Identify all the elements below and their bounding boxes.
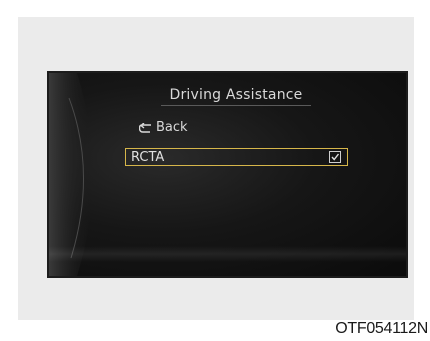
back-menu-item[interactable]: Back (139, 120, 188, 135)
back-label: Back (156, 120, 188, 135)
figure-code: OTF054112N (335, 320, 428, 337)
rcta-label: RCTA (131, 149, 165, 165)
return-arrow-icon (139, 122, 151, 133)
check-mark-icon (331, 153, 340, 161)
cluster-display: Driving Assistance Back RCTA (47, 71, 408, 278)
menu-title: Driving Assistance (161, 87, 311, 106)
rcta-option[interactable]: RCTA (125, 148, 348, 166)
bottom-reflection (49, 246, 406, 262)
rcta-checkbox[interactable] (329, 151, 341, 163)
